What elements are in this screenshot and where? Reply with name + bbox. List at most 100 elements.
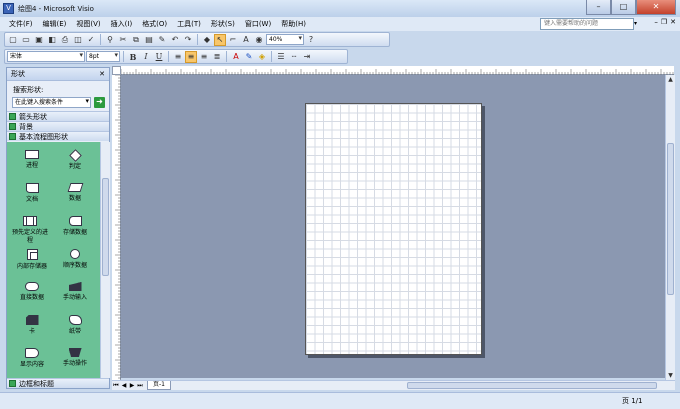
shapes-panel-title: 形状 [11,70,25,78]
format-painter-icon[interactable]: ✎ [156,34,168,46]
status-bar: 页 1/1 [0,392,680,409]
horizontal-ruler[interactable] [120,66,674,75]
search-shapes-label: 搜索形状: [13,86,44,94]
minimize-button[interactable]: – [586,0,611,15]
close-button[interactable]: ✕ [636,0,676,15]
bold-button[interactable]: B [127,51,139,63]
paste-icon[interactable]: ▤ [143,34,155,46]
shapes-panel-close-icon[interactable]: ✕ [99,70,105,78]
ruler-corner[interactable] [112,66,121,75]
shape-card[interactable]: 卡 [12,315,52,336]
line-ends-icon[interactable]: ⇥ [301,51,313,63]
pan-zoom-icon[interactable]: ◉ [253,34,265,46]
save-icon[interactable]: ▣ [33,34,45,46]
stencil-scrollbar[interactable] [100,142,110,378]
underline-button[interactable]: U [153,51,165,63]
menu-format[interactable]: 格式(O) [137,19,172,29]
window-title: 绘图4 - Microsoft Visio [18,4,94,13]
pointer-tool-icon[interactable]: ↖ [214,33,226,46]
stencil-arrow-shapes[interactable]: 箭头形状 [7,111,109,121]
shape-manual-input[interactable]: 手动输入 [55,282,95,302]
justify-icon[interactable]: ≣ [211,51,223,63]
connector-tool-icon[interactable]: ⌐ [227,34,239,46]
page-navigation-bar: ⏮ ◀ ▶ ⏭ 页-1 [112,380,675,390]
font-combo[interactable]: 宋体 [7,51,85,62]
drawing-canvas[interactable] [121,75,665,378]
prev-page-icon[interactable]: ◀ [120,382,128,389]
shape-predefined-process[interactable]: 预先定义的进程 [10,216,50,245]
stencil-shapes-area: 进程 判定 文档 数据 预先定义的进程 存储数据 内部存储器 顺序数据 直接数据… [7,142,100,378]
last-page-icon[interactable]: ⏭ [136,382,144,390]
redo-icon[interactable]: ↷ [182,34,194,46]
page-tab[interactable]: 页-1 [147,381,171,390]
doc-close-button[interactable]: ✕ [670,18,676,26]
align-right-icon[interactable]: ≡ [198,51,210,63]
vertical-scrollbar[interactable]: ▲ ▼ [665,75,675,380]
standard-toolbar: ▢ ▭ ▣ ◧ ⎙ ◫ ✓ ⚲ ✂ ⧉ ▤ ✎ ↶ ↷ ◆ ↖ ⌐ A ◉ 40… [4,32,390,47]
menu-tools[interactable]: 工具(T) [172,19,206,29]
shape-sequential-data[interactable]: 顺序数据 [55,249,95,270]
print-preview-icon[interactable]: ◫ [72,34,84,46]
line-weight-icon[interactable]: ☰ [275,51,287,63]
zoom-combo[interactable]: 40% [266,34,304,45]
fill-color-icon[interactable]: ◈ [256,51,268,63]
italic-button[interactable]: I [140,51,152,63]
spelling-icon[interactable]: ✓ [85,34,97,46]
menu-help[interactable]: 帮助(H) [276,19,311,29]
menu-edit[interactable]: 编辑(E) [38,19,72,29]
align-center-icon[interactable]: ≡ [185,50,197,63]
shape-internal-storage[interactable]: 内部存储器 [12,249,52,271]
copy-icon[interactable]: ⧉ [130,34,142,46]
shape-data[interactable]: 数据 [55,183,95,203]
shape-display[interactable]: 显示内容 [12,348,52,369]
shape-stored-data[interactable]: 存储数据 [55,216,95,237]
new-icon[interactable]: ▢ [7,34,19,46]
menu-window[interactable]: 窗口(W) [240,19,276,29]
next-page-icon[interactable]: ▶ [128,382,136,389]
first-page-icon[interactable]: ⏮ [112,382,120,390]
visio-app-icon[interactable]: V [3,3,14,14]
shape-direct-data[interactable]: 直接数据 [12,282,52,302]
doc-restore-button[interactable]: ❐ [661,18,667,26]
line-pattern-icon[interactable]: ┄ [288,51,300,63]
drawing-page[interactable] [305,103,482,355]
shapes-icon[interactable]: ◆ [201,34,213,46]
text-tool-icon[interactable]: A [240,34,252,46]
stencil-borders-titles[interactable]: 边框和标题 [7,378,109,388]
vertical-ruler[interactable] [112,74,121,380]
shape-process[interactable]: 进程 [12,150,52,170]
shape-document[interactable]: 文档 [12,183,52,204]
doc-minimize-button[interactable]: – [654,18,658,26]
search-go-icon[interactable]: ➜ [94,97,105,108]
cut-icon[interactable]: ✂ [117,34,129,46]
shape-paper-tape[interactable]: 纸带 [55,315,95,336]
help-dropdown-icon[interactable]: ▾ [634,18,642,30]
search-shapes-input[interactable]: 在此键入搜索条件 [12,97,91,108]
help-icon[interactable]: ? [305,34,317,46]
stencil-backgrounds[interactable]: 背景 [7,121,109,131]
font-color-icon[interactable]: A [230,51,242,63]
research-icon[interactable]: ⚲ [104,34,116,46]
shape-decision[interactable]: 判定 [55,149,95,171]
menu-shape[interactable]: 形状(S) [206,19,240,29]
menu-view[interactable]: 视图(V) [71,19,105,29]
formatting-toolbar: 宋体 8pt B I U ≡ ≡ ≡ ≣ A ✎ ◈ ☰ ┄ ⇥ [4,49,348,64]
print-icon[interactable]: ⎙ [59,34,71,46]
menu-insert[interactable]: 插入(I) [106,19,138,29]
undo-icon[interactable]: ↶ [169,34,181,46]
menu-file[interactable]: 文件(F) [4,19,38,29]
align-left-icon[interactable]: ≡ [172,51,184,63]
horizontal-scrollbar[interactable] [387,381,667,390]
status-page-indicator: 页 1/1 [622,397,643,405]
shapes-panel-header: 形状 ✕ [7,68,109,81]
help-search-input[interactable]: 键入需要帮助的问题 [540,18,634,30]
scroll-up-icon: ▲ [668,76,673,83]
shapes-panel: 形状 ✕ 搜索形状: 在此键入搜索条件 ➜ 箭头形状 背景 基本流程图形状 进程… [6,67,110,389]
open-icon[interactable]: ▭ [20,34,32,46]
line-color-icon[interactable]: ✎ [243,51,255,63]
font-size-combo[interactable]: 8pt [86,51,120,62]
shape-manual-operation[interactable]: 手动操作 [55,348,95,368]
permission-icon[interactable]: ◧ [46,34,58,46]
maximize-button[interactable]: □ [611,0,636,15]
stencil-basic-flowchart[interactable]: 基本流程图形状 [7,131,109,141]
